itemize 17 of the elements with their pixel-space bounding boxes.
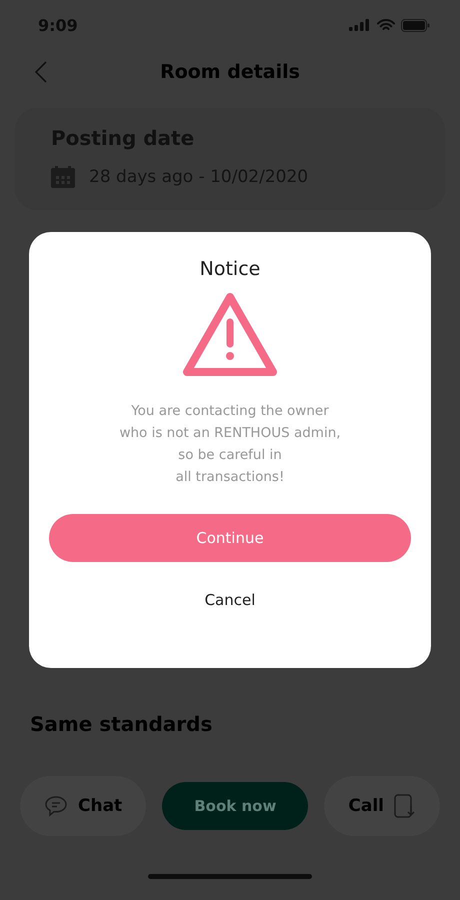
chat-icon bbox=[44, 795, 68, 817]
back-icon[interactable] bbox=[34, 60, 48, 84]
signal-icon bbox=[349, 19, 371, 31]
book-now-button[interactable]: Book now bbox=[162, 782, 308, 830]
wifi-icon bbox=[377, 18, 395, 32]
notice-message: You are contacting the owner who is not an RENTHOUS admin, so be careful in all transactions! bbox=[119, 402, 341, 487]
warning-icon bbox=[182, 292, 278, 378]
section-title: Same standards bbox=[29, 712, 214, 736]
battery-icon bbox=[401, 18, 430, 32]
call-button[interactable]: Call bbox=[324, 776, 440, 836]
calendar-icon bbox=[51, 166, 75, 188]
chat-button[interactable]: Chat bbox=[20, 776, 146, 836]
screen-title: Room details bbox=[160, 61, 300, 83]
phone-icon bbox=[394, 794, 416, 818]
cancel-button[interactable]: Cancel bbox=[194, 587, 266, 613]
dialog-title: Notice bbox=[200, 258, 260, 280]
continue-button[interactable]: Continue bbox=[49, 514, 411, 562]
